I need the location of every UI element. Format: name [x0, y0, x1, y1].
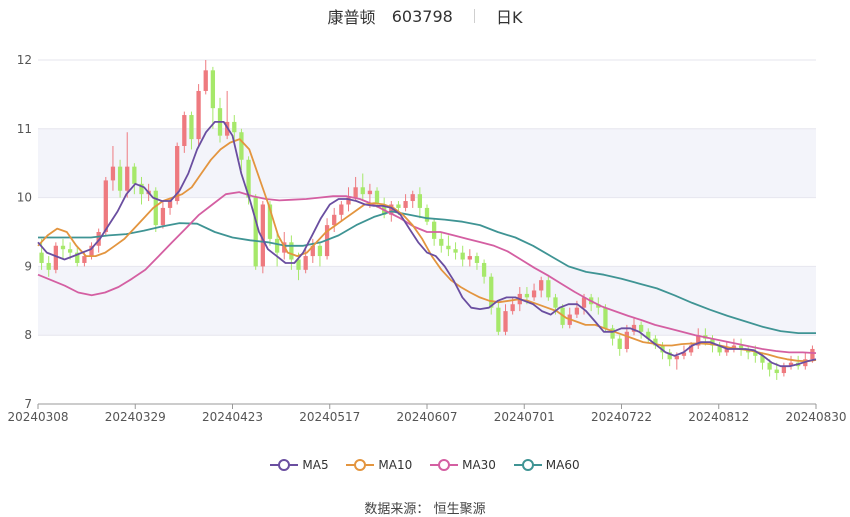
- y-tick-label: 11: [17, 122, 32, 136]
- legend-item-ma5[interactable]: MA5: [270, 458, 329, 472]
- candle-body: [189, 115, 194, 140]
- candle-body: [132, 166, 137, 184]
- candle-body: [410, 194, 415, 202]
- candle-body: [474, 256, 480, 263]
- candle-body: [774, 369, 779, 374]
- legend-label-ma60: MA60: [545, 458, 580, 472]
- candle-body: [781, 366, 787, 374]
- candle-body: [531, 290, 537, 298]
- grid-band: [38, 266, 816, 336]
- candle-body: [203, 70, 208, 91]
- candle-body: [431, 221, 437, 239]
- y-tick-label: 12: [17, 53, 32, 67]
- kline-chart: 康普顿 603798 日K 7 8 9 10 11 12 20240308 20240329 2…: [0, 0, 850, 517]
- candle-body: [546, 280, 551, 298]
- source-name: 恒生聚源: [433, 502, 486, 517]
- candle-body: [524, 293, 530, 298]
- candle-body: [510, 304, 515, 312]
- candle-body: [467, 256, 472, 260]
- candle-body: [539, 280, 544, 291]
- candle-body: [317, 245, 323, 257]
- candle-body: [489, 276, 494, 308]
- y-tick-label: 8: [24, 328, 32, 342]
- data-source: 数据来源： 恒生聚源: [0, 498, 850, 517]
- candle-body: [60, 245, 66, 250]
- x-tick-label: 20240701: [494, 410, 555, 424]
- candle-body: [53, 245, 58, 270]
- legend-label-ma30: MA30: [462, 458, 496, 472]
- candle-body: [239, 132, 244, 160]
- x-tick-label: 20240308: [7, 410, 68, 424]
- candle-body: [553, 297, 558, 308]
- candle-body: [446, 245, 451, 250]
- candle-body: [624, 331, 629, 349]
- legend-label-ma10: MA10: [378, 458, 413, 472]
- candle-body: [103, 180, 108, 232]
- candle-body: [182, 115, 187, 146]
- candle-body: [110, 166, 116, 181]
- candle-body: [232, 121, 237, 133]
- candle-body: [353, 187, 358, 198]
- x-tick-label: 20240607: [396, 410, 457, 424]
- candle-body: [82, 256, 87, 263]
- y-tick-label: 9: [24, 259, 32, 273]
- candle-body: [574, 307, 580, 315]
- candle-body: [503, 311, 508, 332]
- candle-body: [453, 249, 458, 253]
- x-tick-label: 20240830: [785, 410, 846, 424]
- legend-item-ma60[interactable]: MA60: [513, 458, 580, 472]
- legend: MA5 MA10 MA30 MA60: [0, 458, 850, 475]
- x-tick-label: 20240812: [688, 410, 749, 424]
- x-tick-label: 20240517: [299, 410, 360, 424]
- y-tick-label: 10: [17, 191, 32, 205]
- candle-body: [481, 262, 487, 277]
- candle-body: [339, 204, 344, 215]
- legend-item-ma10[interactable]: MA10: [346, 458, 412, 472]
- y-tick-label: 7: [24, 397, 32, 411]
- legend-marker-ma60: [513, 459, 542, 471]
- legend-item-ma30[interactable]: MA30: [430, 458, 496, 472]
- source-label: 数据来源：: [364, 502, 430, 517]
- legend-label-ma5: MA5: [302, 458, 329, 472]
- candle-body: [46, 262, 51, 270]
- candle-body: [117, 166, 123, 191]
- candle-body: [303, 256, 308, 270]
- legend-marker-ma30: [430, 459, 459, 471]
- legend-marker-ma5: [270, 459, 299, 471]
- candle-body: [360, 187, 365, 195]
- candle-body: [367, 190, 373, 195]
- candle-body: [274, 238, 280, 253]
- candle-body: [403, 201, 408, 208]
- candle-body: [417, 194, 423, 208]
- candle-body: [424, 207, 430, 222]
- x-tick-label: 20240329: [105, 410, 166, 424]
- candle-body: [460, 252, 465, 260]
- grid-band: [38, 128, 816, 198]
- candle-body: [39, 252, 44, 263]
- candle-body: [167, 201, 173, 208]
- candle-body: [439, 238, 444, 246]
- candle-body: [767, 362, 772, 370]
- x-tick-label: 20240423: [202, 410, 263, 424]
- candle-body: [617, 338, 622, 349]
- candle-body: [603, 307, 608, 329]
- candle-body: [332, 214, 337, 226]
- candle-body: [638, 324, 644, 332]
- candle-body: [160, 207, 166, 226]
- plot-area: 7 8 9 10 11 12 20240308 20240329 20240423 2024051…: [7, 53, 846, 424]
- candle-body: [496, 307, 501, 332]
- candle-body: [67, 249, 73, 253]
- candle-body: [810, 348, 815, 360]
- x-tick-label: 20240722: [591, 410, 652, 424]
- candle-body: [196, 90, 201, 140]
- candle-body: [396, 204, 401, 208]
- candle-body: [210, 70, 216, 109]
- legend-marker-ma10: [346, 459, 375, 471]
- candle-body: [125, 166, 130, 191]
- candle-body: [253, 197, 258, 267]
